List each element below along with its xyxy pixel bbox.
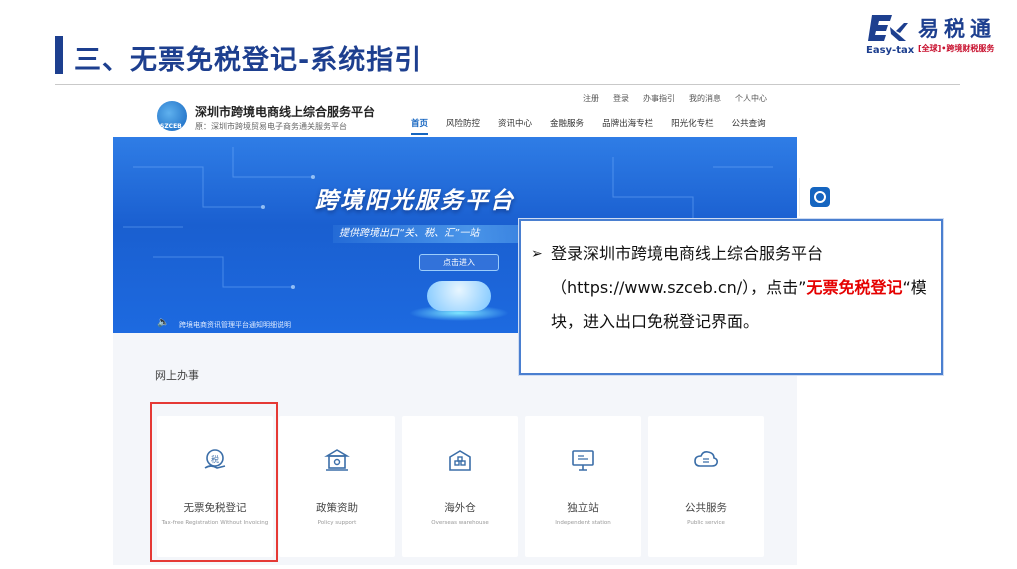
monitor-icon [572,450,594,471]
site-header: 注册 登录 办事指引 我的消息 个人中心 SZCEB 深圳市跨境电商线上综合服务… [113,87,797,137]
logo-chinese-name: 易税通 [918,17,996,41]
easy-tax-logo-icon [868,15,908,41]
highlight-box [150,402,278,562]
logo-english-name: Easy-tax [866,45,915,56]
site-logo-text: SZCEB [160,123,182,130]
instruction-highlight: 无票免税登记 [806,278,903,297]
card-label: 独立站 [567,502,599,514]
nav-news[interactable]: 资讯中心 [498,117,532,135]
site-name: 深圳市跨境电商线上综合服务平台 [195,105,376,119]
chat-icon [810,187,830,207]
cloud-service-icon [694,451,718,467]
card-en-label: Policy support [317,520,357,526]
building-icon [324,449,350,471]
personal-center-link[interactable]: 个人中心 [735,93,767,104]
notice-text[interactable]: 跨境电商资讯管理平台通知明细说明 [179,320,291,330]
site-subname: 原：深圳市跨境贸易电子商务通关服务平台 [195,122,347,131]
messages-link[interactable]: 我的消息 [689,93,721,104]
card-overseas-warehouse[interactable]: 海外仓 Overseas warehouse [402,416,518,557]
instruction-callout: ➢ 登录深圳市跨境电商线上综合服务平台（https://www.szceb.cn… [519,219,943,375]
card-policy-support[interactable]: 政策资助 Policy support [279,416,395,557]
logo-tagline: [全球]•跨境财税服务 [918,44,995,53]
nav-sunshine[interactable]: 阳光化专栏 [671,117,714,135]
login-link[interactable]: 登录 [613,93,629,104]
guide-link[interactable]: 办事指引 [643,93,675,104]
nav-brand[interactable]: 品牌出海专栏 [602,117,653,135]
card-independent-station[interactable]: 独立站 Independent station [525,416,641,557]
cloud-icon [427,281,491,311]
site-top-links: 注册 登录 办事指引 我的消息 个人中心 [583,93,767,104]
warehouse-icon [449,450,471,471]
card-en-label: Independent station [555,520,611,526]
title-accent-bar [55,36,63,74]
card-label: 政策资助 [316,502,358,514]
card-en-label: Public service [687,520,725,526]
card-en-label: Overseas warehouse [431,520,489,526]
site-nav: 首页 风险防控 资讯中心 金融服务 品牌出海专栏 阳光化专栏 公共查询 [411,117,784,135]
register-link[interactable]: 注册 [583,93,599,104]
section-title: 网上办事 [155,369,199,382]
card-public-service[interactable]: 公共服务 Public service [648,416,764,557]
brand-logo: 易税通 Easy-tax [全球]•跨境财税服务 [866,11,1008,57]
banner-title: 跨境阳光服务平台 [315,188,515,214]
card-label: 海外仓 [444,502,476,514]
nav-public-query[interactable]: 公共查询 [732,117,766,135]
title-divider [55,84,960,85]
nav-home[interactable]: 首页 [411,117,429,135]
side-widget[interactable] [799,178,849,216]
slide-title: 三、无票免税登记-系统指引 [74,45,423,76]
instruction-text: 登录深圳市跨境电商线上综合服务平台（https://www.szceb.cn/）… [551,237,936,339]
instruction-part-1: 登录深圳市跨境电商线上综合服务平台（https://www.szceb.cn/）… [551,244,824,297]
nav-risk-control[interactable]: 风险防控 [446,117,480,135]
speaker-icon: 🔈 [157,317,170,328]
nav-finance[interactable]: 金融服务 [550,117,584,135]
card-label: 公共服务 [685,502,727,514]
enter-button[interactable]: 点击进入 [419,254,499,271]
bullet-arrow-icon: ➢ [531,246,543,262]
